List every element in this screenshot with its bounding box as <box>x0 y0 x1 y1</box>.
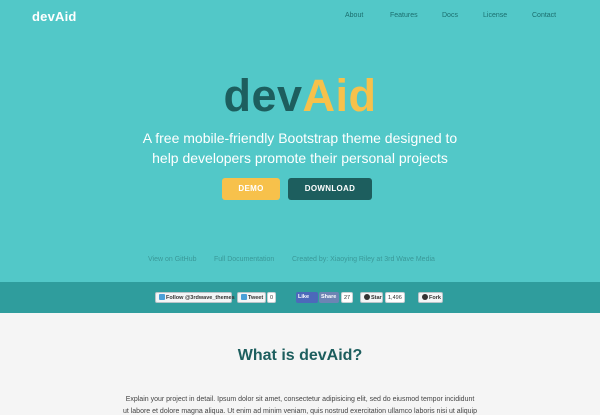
fb-count: 27 <box>341 292 354 303</box>
social-bar: Follow @3rdwave_themes Tweet 0 Like Shar… <box>0 282 600 313</box>
nav-docs[interactable]: Docs <box>442 12 458 19</box>
twitter-bird-icon <box>241 294 247 300</box>
hero-section: devAid About Features Docs License Conta… <box>0 0 600 282</box>
github-star-label: Star <box>371 295 382 301</box>
about-text-line-2: ut labore et dolore magna aliqua. Ut eni… <box>122 408 478 415</box>
fb-share-button[interactable]: Share <box>319 292 339 303</box>
github-fork-button[interactable]: Fork <box>418 292 443 303</box>
tagline-line-2: help developers promote their personal p… <box>152 150 448 166</box>
twitter-follow-button[interactable]: Follow @3rdwave_themes <box>155 292 235 303</box>
tweet-button[interactable]: Tweet <box>237 292 266 303</box>
tagline-line-1: A free mobile-friendly Bootstrap theme d… <box>142 130 458 146</box>
hero-logo: devAid <box>0 73 600 118</box>
nav-about[interactable]: About <box>345 12 363 19</box>
github-link[interactable]: View on GitHub <box>148 256 197 263</box>
github-octocat-icon <box>364 294 370 300</box>
fb-like-button[interactable]: Like <box>296 292 318 303</box>
nav-license[interactable]: License <box>483 12 507 19</box>
github-fork-label: Fork <box>429 295 441 301</box>
about-text: Explain your project in detail. Ipsum do… <box>100 394 500 415</box>
hero-tagline: A free mobile-friendly Bootstrap theme d… <box>0 128 600 168</box>
twitter-bird-icon <box>159 294 165 300</box>
tweet-count: 0 <box>267 292 277 303</box>
documentation-link[interactable]: Full Documentation <box>214 256 274 263</box>
fb-like-label: Like <box>298 294 310 300</box>
github-star-count: 1,496 <box>385 292 405 303</box>
logo-dev-text: dev <box>223 70 303 121</box>
about-heading: What is devAid? <box>237 347 363 364</box>
hero-links: View on GitHub Full Documentation Create… <box>0 256 600 266</box>
brand-logo[interactable]: devAid <box>32 9 77 24</box>
github-star-button[interactable]: Star <box>360 292 383 303</box>
nav-contact[interactable]: Contact <box>532 12 556 19</box>
download-button[interactable]: DOWNLOAD <box>288 178 372 200</box>
tweet-label: Tweet <box>248 295 264 301</box>
credits-link[interactable]: Created by: Xiaoying Riley at 3rd Wave M… <box>292 256 435 263</box>
demo-button[interactable]: DEMO <box>222 178 280 200</box>
github-octocat-icon <box>422 294 428 300</box>
logo-aid-text: Aid <box>302 70 377 121</box>
twitter-follow-label: Follow @3rdwave_themes <box>166 295 235 301</box>
about-text-line-1: Explain your project in detail. Ipsum do… <box>125 396 475 403</box>
nav-features[interactable]: Features <box>390 12 418 19</box>
